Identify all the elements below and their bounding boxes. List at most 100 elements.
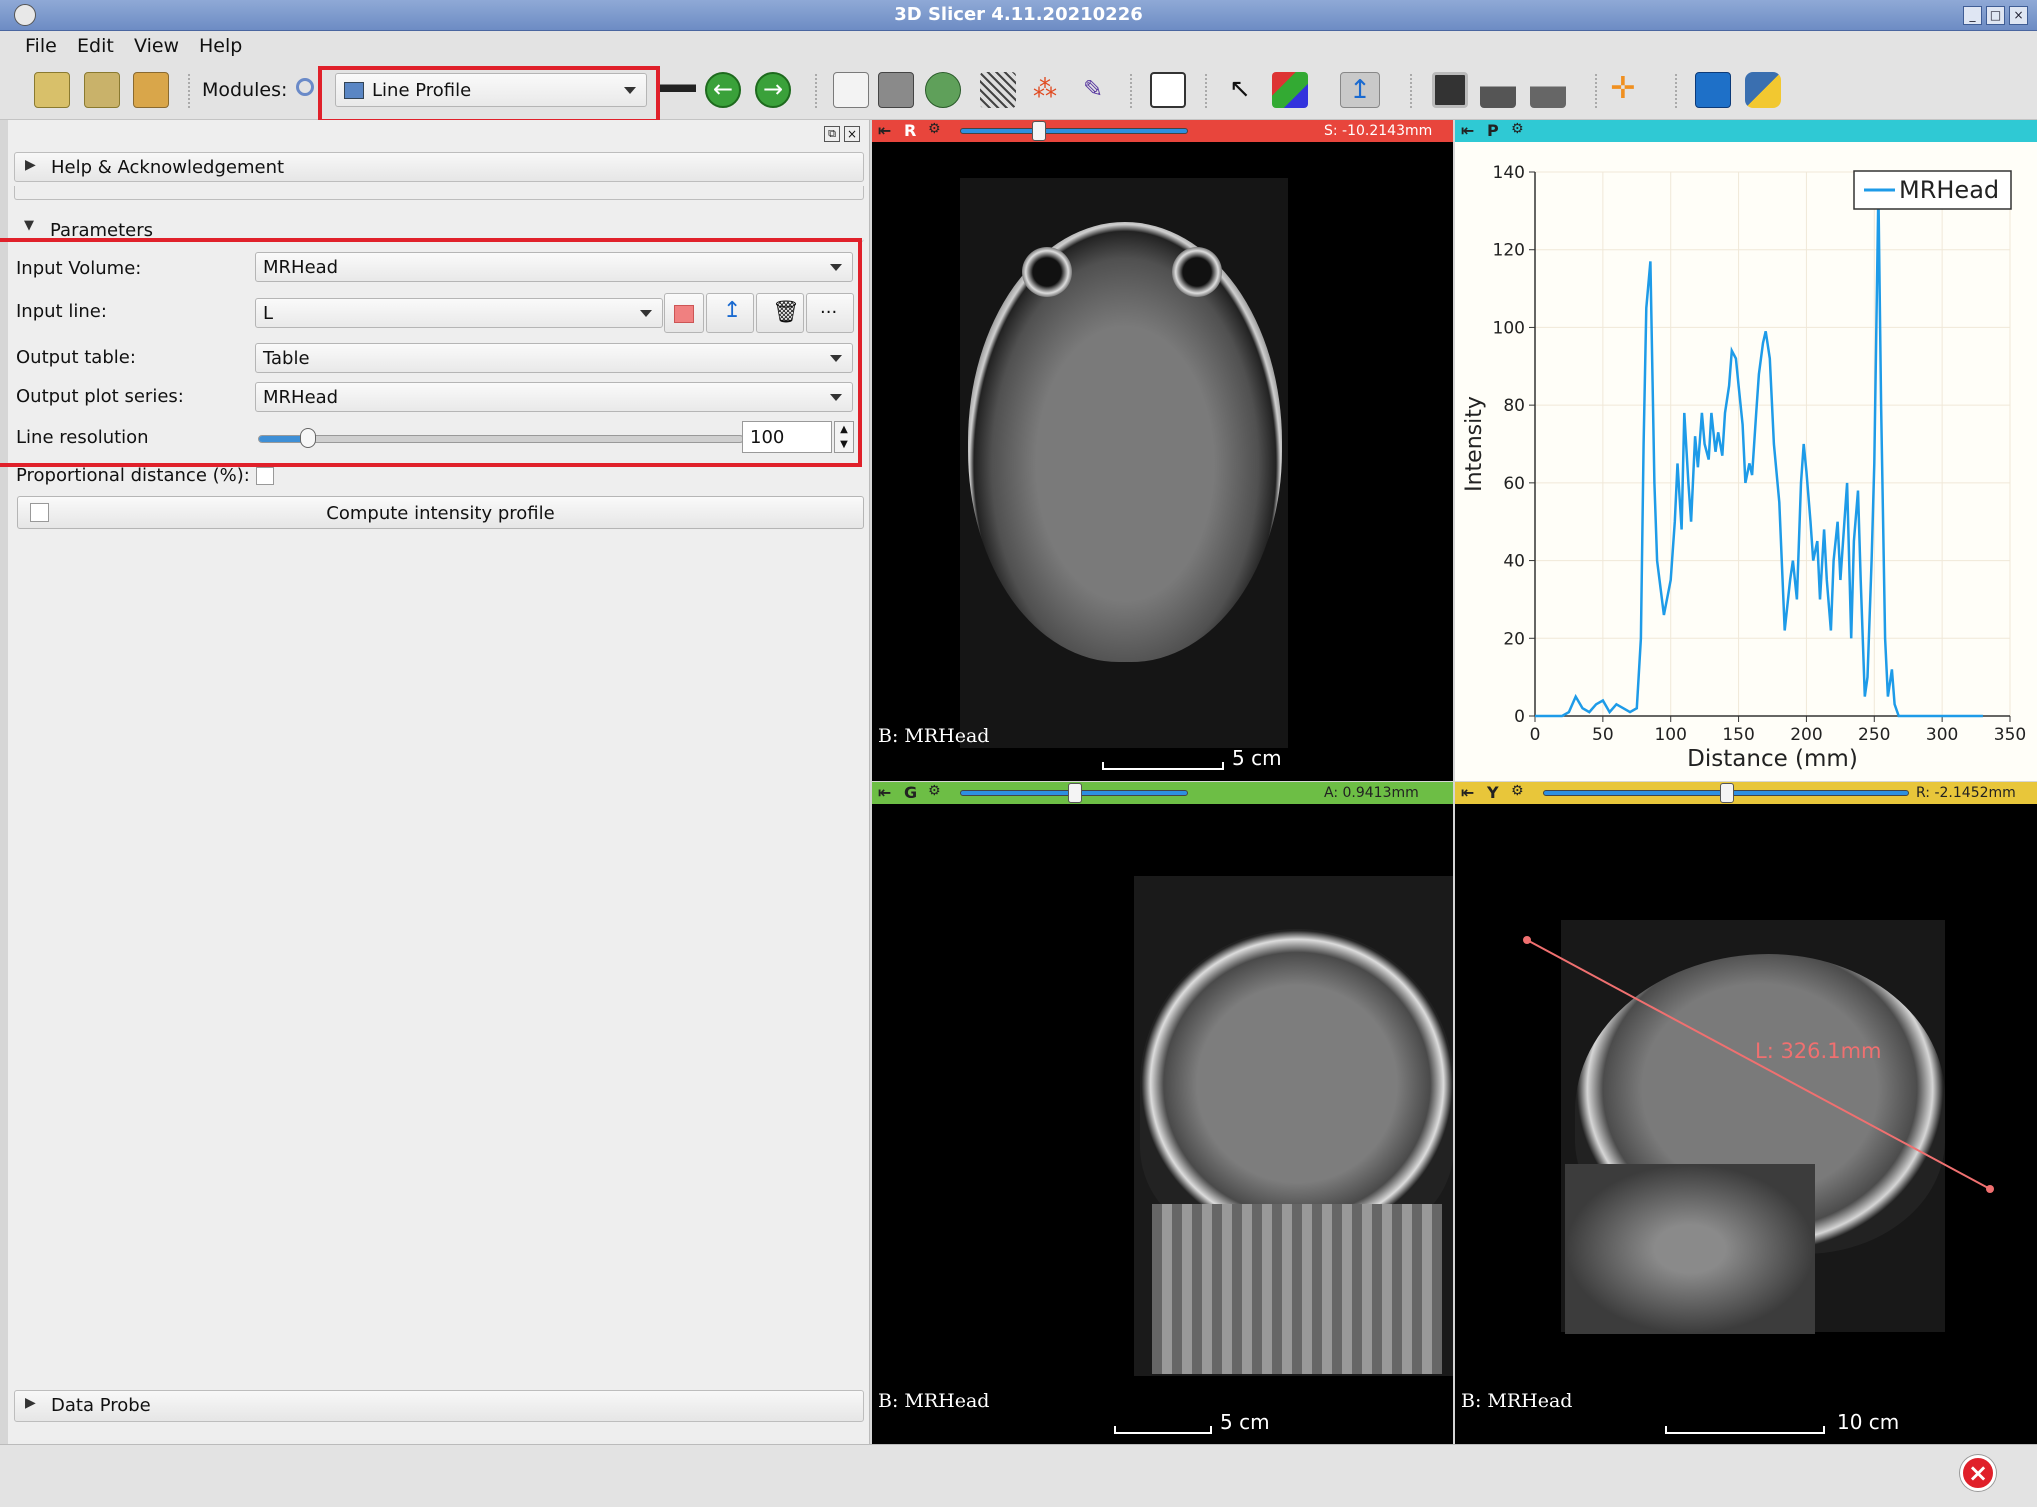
proportional-distance-label: Proportional distance (%): <box>16 465 250 486</box>
green-view-controller: ⇤ G ⚙ A: 0.9413mm <box>872 782 1453 804</box>
green-slice-view[interactable]: B: MRHead 5 cm <box>872 804 1453 1444</box>
data-probe-label: Data Probe <box>51 1395 151 1416</box>
y-axis-label: Intensity <box>1462 396 1487 492</box>
green-slice-offset: A: 0.9413mm <box>1324 785 1419 801</box>
green-slice-slider[interactable] <box>960 783 1188 803</box>
link-icon[interactable]: ⚙ <box>1511 783 1524 799</box>
models-module-icon[interactable] <box>925 72 961 108</box>
close-panel-icon[interactable]: × <box>844 126 860 142</box>
legend-label: MRHead <box>1899 176 1999 204</box>
segment-editor-icon[interactable]: ✎ <box>1075 72 1111 108</box>
red-slice-slider[interactable] <box>960 121 1188 141</box>
yellow-slice-slider[interactable] <box>1543 783 1909 803</box>
undock-icon[interactable]: ⧉ <box>824 126 840 142</box>
yellow-slider-handle[interactable] <box>1720 783 1734 803</box>
x-tick-label: 0 <box>1530 725 1541 745</box>
status-bar: × <box>0 1444 2037 1507</box>
error-log-icon[interactable]: × <box>1960 1455 1996 1491</box>
plot-view-controller: ⇤ P ⚙ <box>1455 120 2037 142</box>
transforms-module-icon[interactable] <box>980 72 1016 108</box>
green-view-letter: G <box>904 783 918 802</box>
markups-module-icon[interactable]: ⁂ <box>1027 72 1063 108</box>
expand-arrow-icon: ▶ <box>25 157 36 173</box>
x-tick-label: 200 <box>1790 725 1822 745</box>
maximize-icon[interactable]: □ <box>1986 6 2005 25</box>
y-tick-label: 80 <box>1503 396 1525 416</box>
compute-intensity-button[interactable]: Compute intensity profile <box>17 496 864 529</box>
mouse-pointer-icon[interactable]: ↖ <box>1222 72 1258 108</box>
compute-button-label: Compute intensity profile <box>326 503 555 524</box>
data-module-icon[interactable] <box>833 72 869 108</box>
red-slider-handle[interactable] <box>1031 121 1046 141</box>
save-icon[interactable] <box>133 72 169 108</box>
help-section[interactable]: ▶ Help & Acknowledgement <box>14 152 864 182</box>
minimize-icon[interactable]: _ <box>1963 6 1982 25</box>
green-volume-label: B: MRHead <box>878 1390 990 1412</box>
window-title: 3D Slicer 4.11.20210226 <box>894 4 1143 25</box>
scale-bar <box>1114 1426 1212 1434</box>
yellow-scale-label: 10 cm <box>1837 1410 1900 1434</box>
proportional-distance-checkbox[interactable] <box>256 467 274 485</box>
green-slider-handle[interactable] <box>1068 783 1082 803</box>
menu-file[interactable]: File <box>25 35 57 57</box>
link-icon[interactable]: ⚙ <box>1511 121 1524 137</box>
close-window-icon[interactable]: × <box>2009 6 2028 25</box>
load-dicom-icon[interactable] <box>84 72 120 108</box>
pin-icon[interactable]: ⇤ <box>878 121 891 140</box>
data-probe-section[interactable]: ▶ Data Probe <box>14 1390 864 1422</box>
screenshot-icon[interactable] <box>1432 72 1468 108</box>
volumes-module-icon[interactable] <box>878 72 914 108</box>
red-slice-view[interactable]: B: MRHead 5 cm <box>872 142 1453 781</box>
menu-edit[interactable]: Edit <box>77 35 114 57</box>
line-end-point[interactable] <box>1986 1185 1994 1193</box>
yellow-view-letter: Y <box>1487 783 1499 802</box>
collapse-arrow-icon: ▼ <box>24 218 34 233</box>
slice-intersections-icon[interactable] <box>1530 72 1566 108</box>
window-level-icon[interactable] <box>1272 72 1308 108</box>
line-start-point[interactable] <box>1523 936 1531 944</box>
x-tick-label: 50 <box>1592 725 1614 745</box>
line-markup-segment <box>1526 939 1991 1190</box>
x-tick-label: 250 <box>1858 725 1890 745</box>
line-length-label: L: 326.1mm <box>1755 1039 1882 1063</box>
place-line-icon[interactable]: ↥ <box>1340 72 1380 108</box>
yellow-view-controller: ⇤ Y ⚙ R: -2.1452mm <box>1455 782 2037 804</box>
python-console-icon[interactable] <box>1745 72 1781 108</box>
link-icon[interactable]: ⚙ <box>928 121 941 137</box>
expand-arrow-icon: ▶ <box>25 1395 36 1411</box>
modules-label: Modules: <box>202 79 288 101</box>
help-section-label: Help & Acknowledgement <box>51 157 285 178</box>
menu-view[interactable]: View <box>134 35 179 57</box>
crosshair-icon[interactable]: ✛ <box>1605 72 1641 108</box>
x-tick-label: 100 <box>1654 725 1686 745</box>
module-history-icon[interactable] <box>660 72 696 108</box>
pin-icon[interactable]: ⇤ <box>1461 121 1474 140</box>
back-arrow-icon[interactable]: ← <box>705 72 741 108</box>
scale-bar <box>1102 762 1224 770</box>
y-tick-label: 100 <box>1493 318 1525 338</box>
series-line-mrhead <box>1535 191 1983 718</box>
extension-manager-icon[interactable] <box>1695 72 1731 108</box>
yellow-slice-view[interactable]: L: 326.1mm B: MRHead 10 cm <box>1455 804 2037 1444</box>
menu-help[interactable]: Help <box>199 35 242 57</box>
module-search-icon[interactable] <box>296 78 314 96</box>
forward-arrow-icon[interactable]: → <box>755 72 791 108</box>
intensity-plot: 0 50 100 150 200 250 300 350 0 20 40 60 80 100 120 140 D… <box>1462 163 2026 772</box>
y-tick-label: 0 <box>1514 707 1525 727</box>
yellow-slice-offset: R: -2.1452mm <box>1916 785 2016 801</box>
highlight-parameters <box>0 238 862 467</box>
toolbar: Modules: Line Profile ← → ⁂ ✎ ↖ ↥ ✛ <box>0 62 2037 120</box>
plot-view[interactable]: 0 50 100 150 200 250 300 350 0 20 40 60 80 100 120 140 D… <box>1455 142 2037 781</box>
layout-icon[interactable] <box>1150 72 1186 108</box>
y-tick-label: 120 <box>1493 241 1525 261</box>
link-icon[interactable]: ⚙ <box>928 783 941 799</box>
x-tick-label: 350 <box>1994 725 2026 745</box>
menu-bar: File Edit View Help <box>0 31 2037 62</box>
load-data-icon[interactable] <box>34 72 70 108</box>
pin-icon[interactable]: ⇤ <box>1461 783 1474 802</box>
red-scale-label: 5 cm <box>1232 746 1282 770</box>
pin-icon[interactable]: ⇤ <box>878 783 891 802</box>
coronal-brain-image <box>1140 929 1453 1239</box>
view-crosshair-icon[interactable] <box>1480 72 1516 108</box>
red-slice-offset: S: -10.2143mm <box>1324 123 1433 139</box>
